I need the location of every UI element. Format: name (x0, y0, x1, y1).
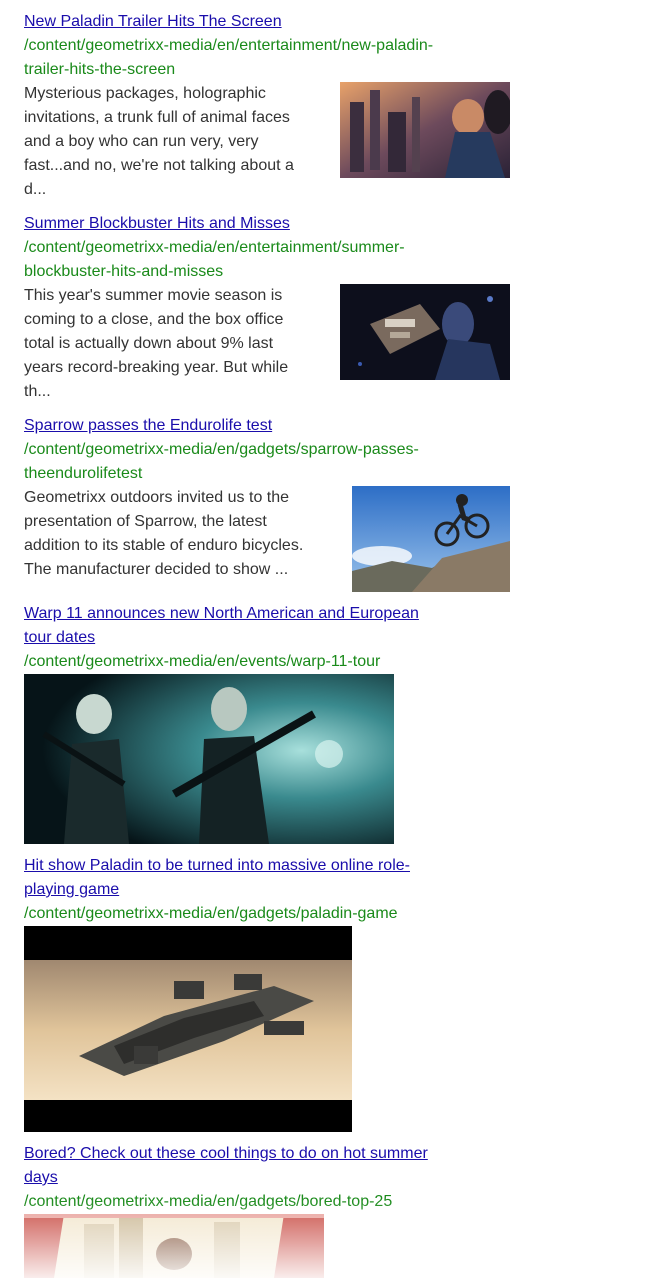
result-path: /content/geometrixx-media/en/gadgets/spa… (24, 441, 419, 458)
result-title-line: Bored? Check out these cool things to do… (24, 1145, 428, 1162)
result-body: Geometrixx outdoors invited us to the pr… (24, 486, 510, 592)
result-title-link[interactable]: Sparrow passes the Endurolife test (24, 414, 510, 438)
result-description: th... (24, 383, 51, 400)
result-body: Mysterious packages, holographic invitat… (24, 82, 510, 202)
result-path: /content/geometrixx-media/en/entertainme… (24, 239, 405, 256)
paladin-trailer-thumbnail[interactable] (340, 82, 510, 178)
result-path: /content/geometrixx-media/en/gadgets/bor… (24, 1193, 393, 1210)
result-path: /content/geometrixx-media/en/entertainme… (24, 37, 434, 54)
result-item: Bored? Check out these cool things to do… (24, 1142, 510, 1278)
result-title-link[interactable]: Bored? Check out these cool things to do… (24, 1142, 510, 1190)
bored-summer-illustration[interactable] (24, 1214, 324, 1278)
result-title-line: tour dates (24, 629, 96, 646)
result-title-line: Hit show Paladin to be turned into massi… (24, 857, 410, 874)
result-title-link[interactable]: Warp 11 announces new North American and… (24, 602, 510, 650)
result-body: This year's summer movie season is comin… (24, 284, 510, 404)
paladin-game-spaceship-image[interactable] (24, 926, 352, 1132)
result-title-line: playing game (24, 881, 120, 898)
result-title-link[interactable]: Hit show Paladin to be turned into massi… (24, 854, 510, 902)
sparrow-bike-thumbnail[interactable] (352, 486, 510, 592)
result-item: Hit show Paladin to be turned into massi… (24, 854, 510, 1132)
result-path: /content/geometrixx-media/en/gadgets/pal… (24, 905, 398, 922)
blockbuster-thumbnail[interactable] (340, 284, 510, 380)
warp-11-concert-image[interactable] (24, 674, 394, 844)
result-title-line: Warp 11 announces new North American and… (24, 605, 419, 622)
result-description: d... (24, 181, 47, 198)
result-title-link[interactable]: Summer Blockbuster Hits and Misses (24, 212, 510, 236)
result-title-line: days (24, 1169, 58, 1186)
result-path: /content/geometrixx-media/en/events/warp… (24, 653, 381, 670)
result-path: trailer-hits-the-screen (24, 61, 176, 78)
result-item: Summer Blockbuster Hits and Misses /cont… (24, 212, 510, 404)
result-path: theendurolifetest (24, 465, 143, 482)
result-item: Sparrow passes the Endurolife test /cont… (24, 414, 510, 592)
result-item: New Paladin Trailer Hits The Screen /con… (24, 10, 510, 202)
result-path: blockbuster-hits-and-misses (24, 263, 224, 280)
result-title-link[interactable]: New Paladin Trailer Hits The Screen (24, 10, 510, 34)
result-item: Warp 11 announces new North American and… (24, 602, 510, 844)
